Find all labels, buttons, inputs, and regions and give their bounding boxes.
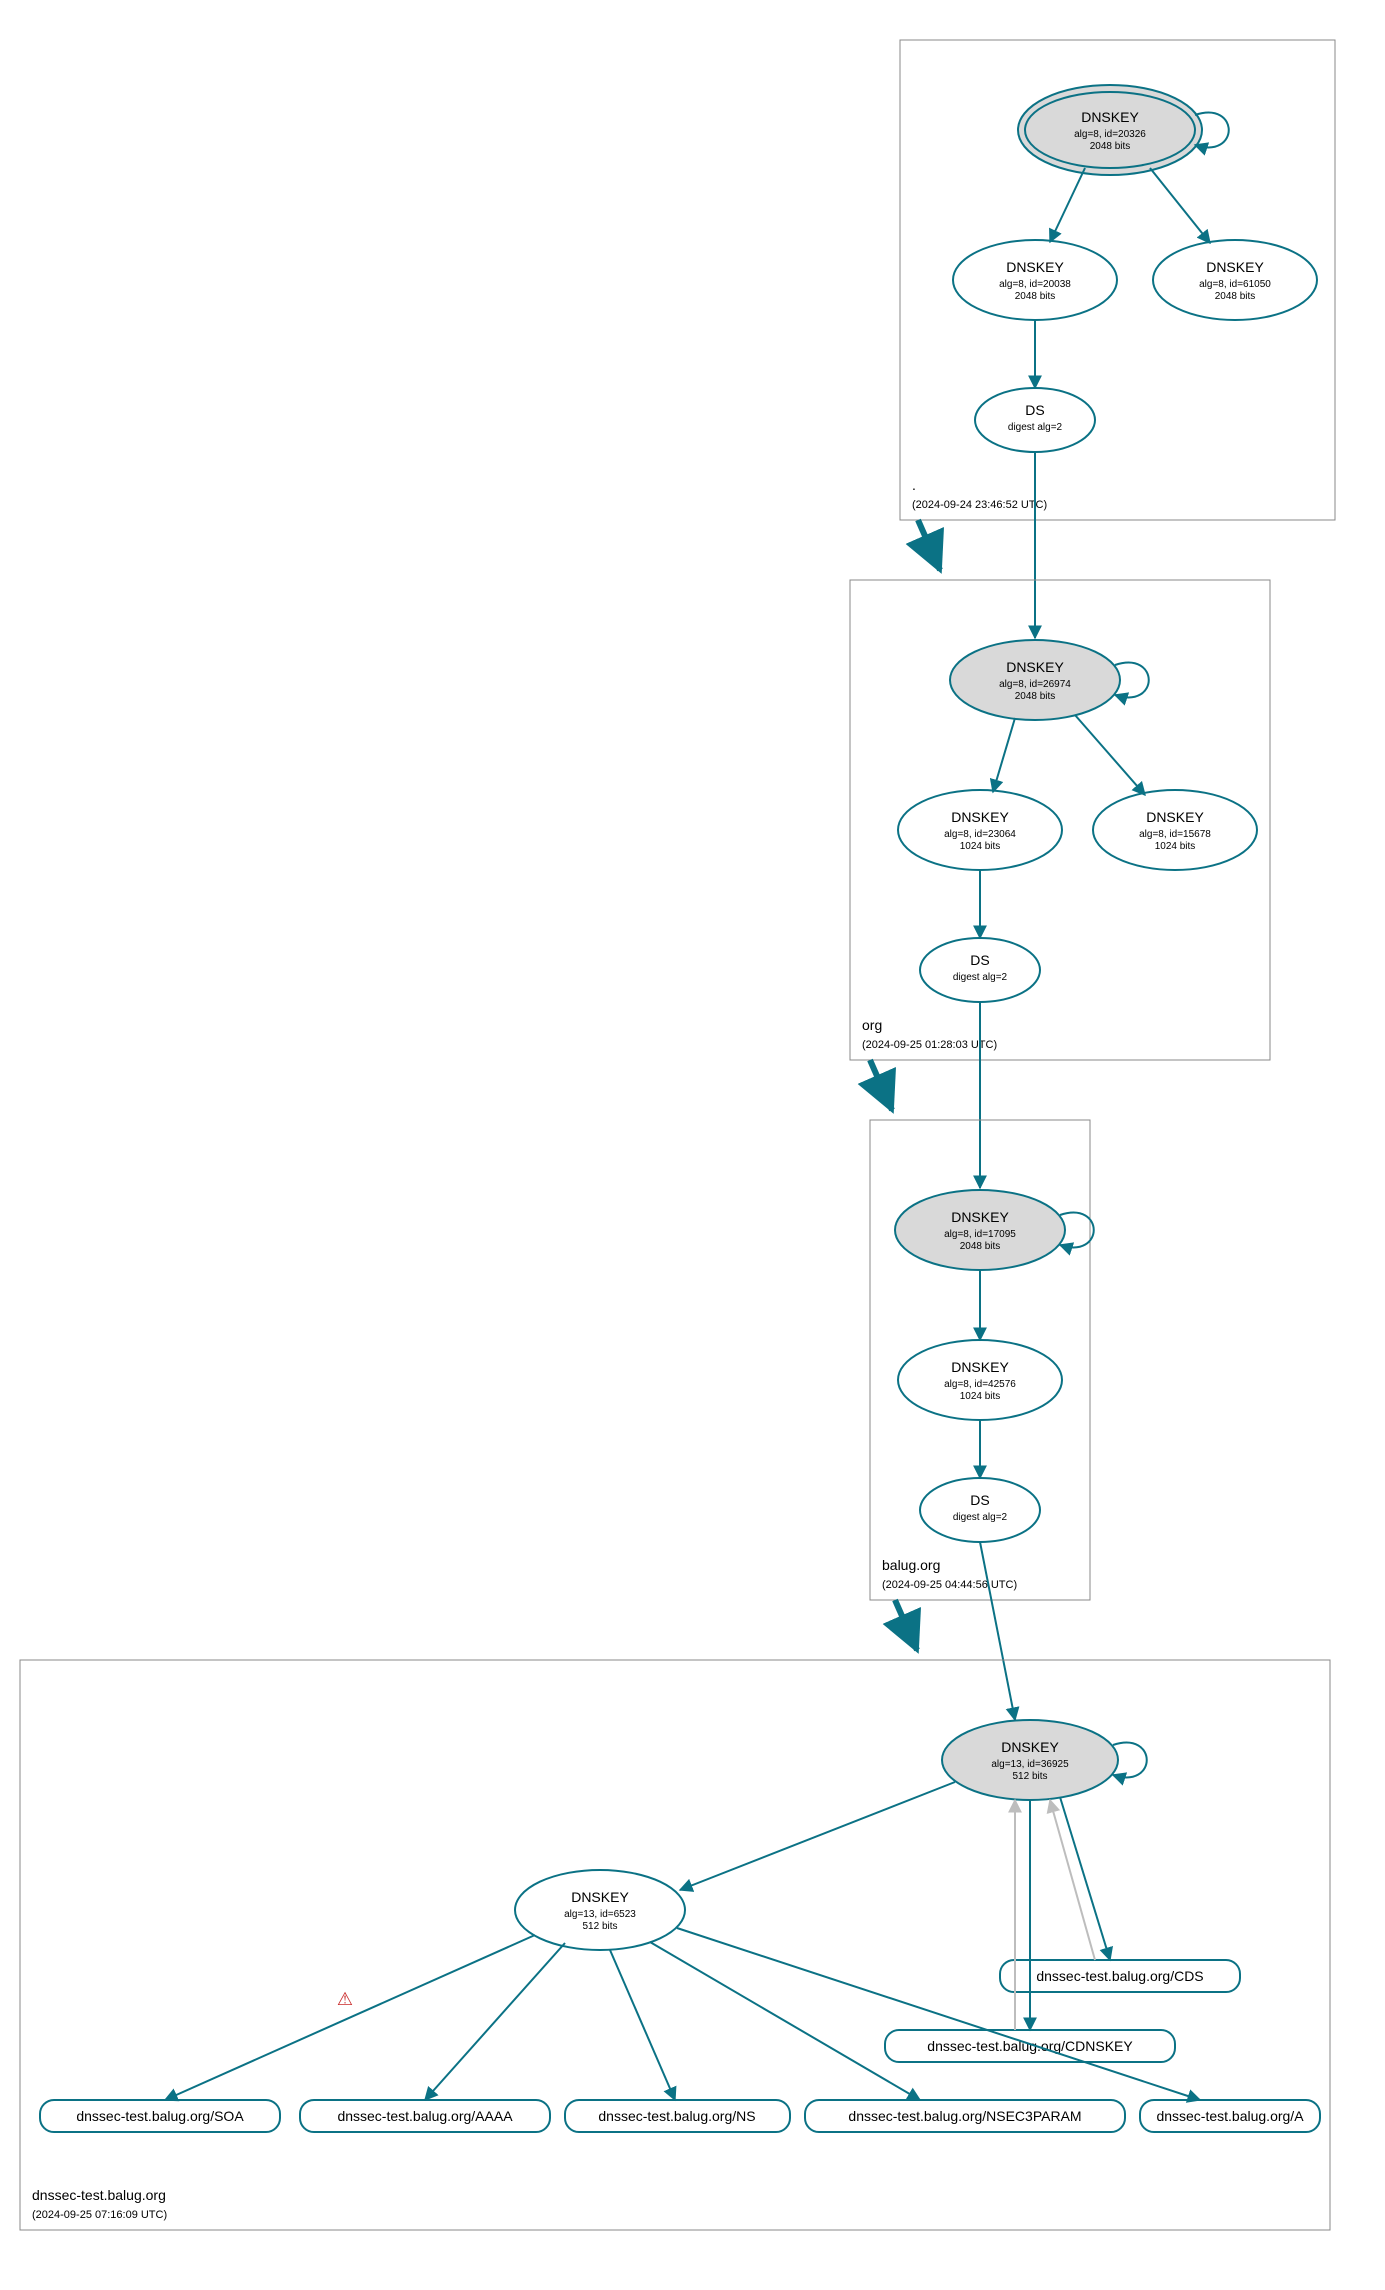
svg-text:2048 bits: 2048 bits [960,1241,1001,1252]
edge-balug-ds-dt-ksk [980,1542,1015,1720]
svg-text:alg=13, id=36925: alg=13, id=36925 [991,1759,1069,1770]
svg-text:DNSKEY: DNSKEY [1006,659,1064,675]
svg-text:dnssec-test.balug.org/AAAA: dnssec-test.balug.org/AAAA [337,2108,513,2124]
svg-text:dnssec-test.balug.org/SOA: dnssec-test.balug.org/SOA [76,2108,244,2124]
svg-text:dnssec-test.balug.org/NSEC3PAR: dnssec-test.balug.org/NSEC3PARAM [848,2108,1081,2124]
root-extra-key-node: DNSKEY alg=8, id=61050 2048 bits [1153,240,1317,320]
svg-text:alg=8, id=20038: alg=8, id=20038 [999,279,1071,290]
svg-text:DNSKEY: DNSKEY [951,809,1009,825]
org-extra-key-node: DNSKEY alg=8, id=15678 1024 bits [1093,790,1257,870]
org-zsk-node: DNSKEY alg=8, id=23064 1024 bits [898,790,1062,870]
svg-text:DNSKEY: DNSKEY [1206,259,1264,275]
edge-dt-ksk-cds [1060,1797,1110,1960]
zone-balug-name: balug.org [882,1557,940,1573]
svg-text:alg=8, id=61050: alg=8, id=61050 [1199,279,1271,290]
edge-root-ksk-zsk [1050,168,1085,242]
zone-root-name: . [912,477,916,493]
svg-text:alg=8, id=17095: alg=8, id=17095 [944,1229,1016,1240]
zone-balug: balug.org (2024-09-25 04:44:56 UTC) DNSK… [870,1120,1094,1600]
warning-icon: ⚠ [337,1989,353,2009]
svg-text:DNSKEY: DNSKEY [1001,1739,1059,1755]
edge-zsk-a [677,1928,1200,2100]
svg-text:digest alg=2: digest alg=2 [1008,422,1063,433]
org-ds-node: DS digest alg=2 [920,938,1040,1002]
svg-text:(2024-09-25 04:44:56 UTC): (2024-09-25 04:44:56 UTC) [882,1579,1017,1591]
edge-cds-ksk [1050,1800,1095,1960]
zone-dnssectest-name: dnssec-test.balug.org [32,2187,166,2203]
zone-org-name: org [862,1017,882,1033]
svg-text:1024 bits: 1024 bits [960,1391,1001,1402]
edge-root-ksk-extra [1150,168,1210,243]
edge-zsk-ns [610,1950,675,2100]
svg-text:alg=8, id=20326: alg=8, id=20326 [1074,129,1146,140]
svg-text:DNSKEY: DNSKEY [951,1209,1009,1225]
dt-zsk-node: DNSKEY alg=13, id=6523 512 bits [515,1870,685,1950]
zone-root: . (2024-09-24 23:46:52 UTC) DNSKEY alg=8… [900,40,1335,520]
svg-text:DS: DS [970,952,989,968]
svg-text:(2024-09-25 01:28:03 UTC): (2024-09-25 01:28:03 UTC) [862,1039,997,1051]
org-ksk-node: DNSKEY alg=8, id=26974 2048 bits [950,640,1120,720]
edge-org-ksk-zsk [993,718,1015,792]
rr-ns: dnssec-test.balug.org/NS [565,2100,790,2132]
edge-zsk-soa [165,1935,535,2100]
svg-text:digest alg=2: digest alg=2 [953,1512,1008,1523]
root-zsk-node: DNSKEY alg=8, id=20038 2048 bits [953,240,1117,320]
balug-ds-node: DS digest alg=2 [920,1478,1040,1542]
svg-text:dnssec-test.balug.org/NS: dnssec-test.balug.org/NS [598,2108,755,2124]
edge-dt-ksk-zsk [680,1782,955,1890]
zone-root-timestamp: (2024-09-24 23:46:52 UTC) [912,499,1047,511]
svg-text:alg=8, id=42576: alg=8, id=42576 [944,1379,1016,1390]
svg-text:DS: DS [1025,402,1044,418]
svg-text:DNSKEY: DNSKEY [951,1359,1009,1375]
svg-text:dnssec-test.balug.org/A: dnssec-test.balug.org/A [1156,2108,1304,2124]
svg-text:alg=8, id=23064: alg=8, id=23064 [944,829,1016,840]
edge-zone-org-balug [870,1060,892,1110]
rr-cds: dnssec-test.balug.org/CDS [1000,1960,1240,1992]
svg-text:alg=8, id=26974: alg=8, id=26974 [999,679,1071,690]
svg-text:2048 bits: 2048 bits [1090,141,1131,152]
svg-text:DS: DS [970,1492,989,1508]
edge-zsk-nsec3param [650,1942,920,2100]
rr-cdnskey: dnssec-test.balug.org/CDNSKEY [885,2030,1175,2062]
svg-text:(2024-09-25 07:16:09 UTC): (2024-09-25 07:16:09 UTC) [32,2209,167,2221]
dt-ksk-node: DNSKEY alg=13, id=36925 512 bits [942,1720,1118,1800]
edge-zone-root-org [918,520,940,570]
root-ksk-node: DNSKEY alg=8, id=20326 2048 bits [1018,85,1202,175]
svg-text:512 bits: 512 bits [582,1921,617,1932]
svg-text:1024 bits: 1024 bits [960,841,1001,852]
rr-aaaa: dnssec-test.balug.org/AAAA [300,2100,550,2132]
edge-zone-balug-dnssectest [895,1600,917,1650]
rr-a: dnssec-test.balug.org/A [1140,2100,1320,2132]
svg-text:DNSKEY: DNSKEY [1081,109,1139,125]
edge-zsk-aaaa [425,1943,565,2100]
svg-text:512 bits: 512 bits [1012,1771,1047,1782]
svg-text:DNSKEY: DNSKEY [1006,259,1064,275]
balug-ksk-node: DNSKEY alg=8, id=17095 2048 bits [895,1190,1065,1270]
svg-text:2048 bits: 2048 bits [1215,291,1256,302]
svg-text:2048 bits: 2048 bits [1015,691,1056,702]
svg-text:alg=8, id=15678: alg=8, id=15678 [1139,829,1211,840]
balug-zsk-node: DNSKEY alg=8, id=42576 1024 bits [898,1340,1062,1420]
zone-org: org (2024-09-25 01:28:03 UTC) DNSKEY alg… [850,580,1270,1060]
zone-dnssectest: dnssec-test.balug.org (2024-09-25 07:16:… [20,1660,1330,2230]
svg-text:dnssec-test.balug.org/CDS: dnssec-test.balug.org/CDS [1036,1968,1203,1984]
root-ds-node: DS digest alg=2 [975,388,1095,452]
edge-org-ksk-extra [1075,715,1145,795]
svg-text:digest alg=2: digest alg=2 [953,972,1008,983]
svg-text:alg=13, id=6523: alg=13, id=6523 [564,1909,636,1920]
svg-text:dnssec-test.balug.org/CDNSKEY: dnssec-test.balug.org/CDNSKEY [927,2038,1133,2054]
svg-text:1024 bits: 1024 bits [1155,841,1196,852]
svg-text:DNSKEY: DNSKEY [1146,809,1204,825]
svg-text:DNSKEY: DNSKEY [571,1889,629,1905]
rr-nsec3param: dnssec-test.balug.org/NSEC3PARAM [805,2100,1125,2132]
rr-soa: dnssec-test.balug.org/SOA [40,2100,280,2132]
svg-text:2048 bits: 2048 bits [1015,291,1056,302]
